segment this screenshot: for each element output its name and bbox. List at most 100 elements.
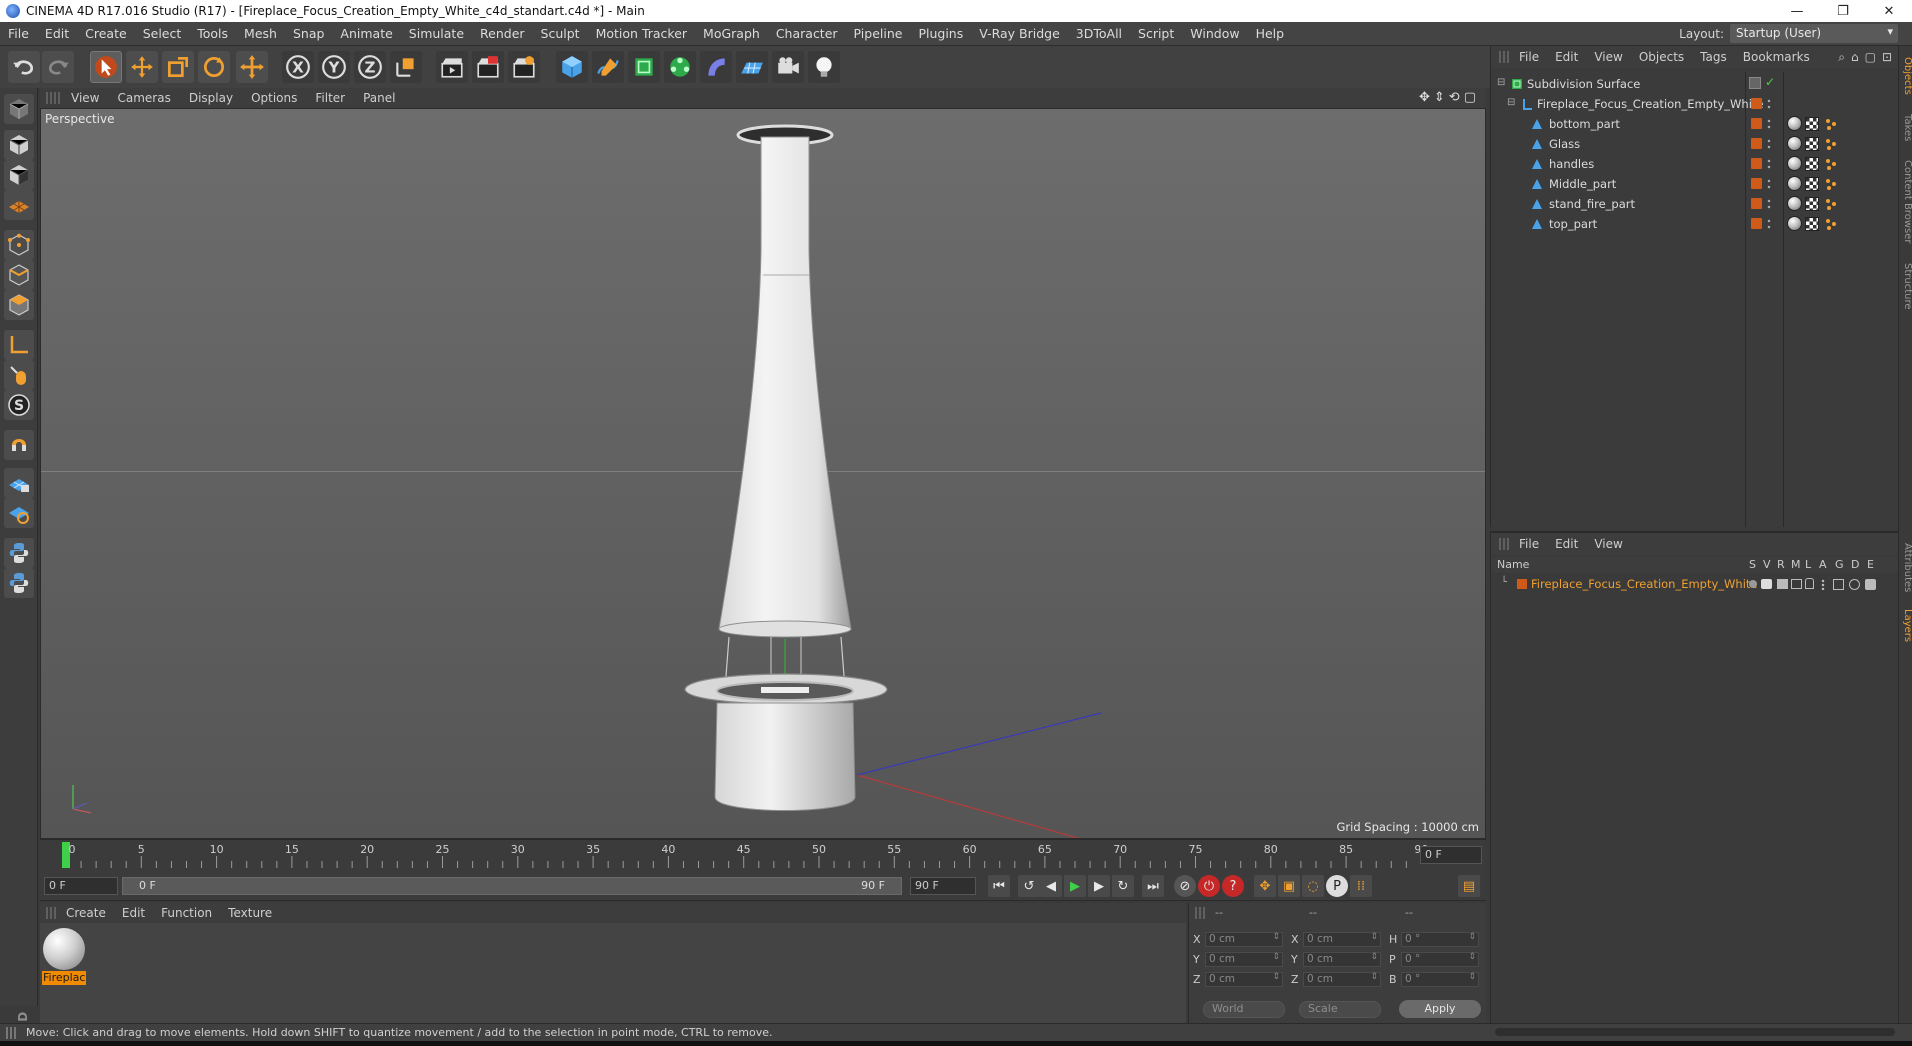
- menu-window[interactable]: Window: [1182, 26, 1247, 41]
- layer-color-swatch[interactable]: [1751, 98, 1762, 109]
- undo-button[interactable]: [8, 51, 40, 83]
- menu-file[interactable]: File: [0, 26, 37, 41]
- apply-button[interactable]: Apply: [1399, 1000, 1481, 1018]
- layers-menu-edit[interactable]: Edit: [1547, 537, 1586, 551]
- side-tab-attributes[interactable]: Attributes: [1899, 536, 1912, 600]
- viewport-maximize-icon[interactable]: ▢: [1464, 90, 1476, 105]
- uvw-tag-icon[interactable]: [1805, 177, 1819, 191]
- material-menu-function[interactable]: Function: [153, 906, 220, 920]
- viewport-menu-view[interactable]: View: [62, 91, 108, 105]
- objects-menu-edit[interactable]: Edit: [1547, 50, 1586, 64]
- key-pla-button[interactable]: ⁞⁞: [1350, 875, 1372, 897]
- z-axis-lock-button[interactable]: Z: [354, 51, 386, 83]
- collapse-toggle-icon[interactable]: ⊟: [1507, 97, 1515, 108]
- layer-expressions-icon[interactable]: [1865, 579, 1876, 590]
- restore-button[interactable]: ❐: [1820, 0, 1866, 22]
- layer-row[interactable]: └ Fireplace_Focus_Creation_Empty_White: [1491, 575, 1899, 593]
- menu-tools[interactable]: Tools: [189, 26, 236, 41]
- visibility-dots-icon[interactable]: [1767, 118, 1771, 130]
- menu-character[interactable]: Character: [768, 26, 846, 41]
- close-button[interactable]: ✕: [1866, 0, 1912, 22]
- viewport-rotate-icon[interactable]: ⟲: [1449, 90, 1460, 105]
- live-selection-button[interactable]: [236, 51, 268, 83]
- edges-mode-button[interactable]: [4, 260, 34, 290]
- solo-mode-button[interactable]: S: [4, 390, 34, 420]
- expand-icon[interactable]: ⊡: [1882, 50, 1892, 65]
- side-tab-content-browser[interactable]: Content Browser: [1899, 152, 1912, 252]
- menu-animate[interactable]: Animate: [332, 26, 400, 41]
- layer-manager-icon[interactable]: [1791, 579, 1802, 589]
- coordinate-mode-dropdown[interactable]: World: [1203, 1001, 1285, 1018]
- menu-3dtoall[interactable]: 3DToAll: [1068, 26, 1130, 41]
- object-row-fireplace-null[interactable]: ⊟ Fireplace_Focus_Creation_Empty_White: [1491, 94, 1899, 114]
- position-y-field[interactable]: 0 cm: [1205, 952, 1283, 967]
- visibility-dots-icon[interactable]: [1767, 158, 1771, 170]
- layer-render-icon[interactable]: [1777, 579, 1788, 589]
- render-picture-viewer-button[interactable]: [472, 51, 504, 83]
- selection-tag-icon[interactable]: [1824, 217, 1838, 231]
- python-script-button-2[interactable]: [4, 568, 34, 598]
- add-floor-button[interactable]: [736, 51, 768, 83]
- previous-frame-button[interactable]: ◀: [1040, 875, 1062, 897]
- workplane-rotate-button[interactable]: [4, 498, 34, 528]
- layer-color-swatch[interactable]: [1751, 178, 1762, 189]
- viewport-menu-options[interactable]: Options: [242, 91, 306, 105]
- size-y-field[interactable]: 0 cm: [1303, 952, 1381, 967]
- start-frame-field[interactable]: 0 F: [44, 877, 118, 895]
- add-light-button[interactable]: [808, 51, 840, 83]
- selection-tag-icon[interactable]: [1824, 157, 1838, 171]
- timeline-window-button[interactable]: ▤: [1458, 875, 1480, 897]
- layer-color-swatch[interactable]: [1751, 138, 1762, 149]
- menu-help[interactable]: Help: [1248, 26, 1293, 41]
- uvw-tag-icon[interactable]: [1805, 197, 1819, 211]
- viewport-menu-display[interactable]: Display: [180, 91, 242, 105]
- menu-create[interactable]: Create: [77, 26, 135, 41]
- autokeying-button[interactable]: ⏻: [1198, 875, 1220, 897]
- object-row-bottom-part[interactable]: bottom_part: [1491, 114, 1899, 134]
- material-tag-icon[interactable]: [1787, 156, 1802, 171]
- uvw-tag-icon[interactable]: [1805, 117, 1819, 131]
- texture-mode-button[interactable]: [4, 160, 34, 190]
- menu-select[interactable]: Select: [135, 26, 190, 41]
- menu-vray-bridge[interactable]: V-Ray Bridge: [971, 26, 1068, 41]
- python-script-button-1[interactable]: [4, 538, 34, 568]
- viewport-zoom-icon[interactable]: ⇕: [1434, 90, 1445, 105]
- material-tag-icon[interactable]: [1787, 216, 1802, 231]
- layer-view-eye-icon[interactable]: [1761, 579, 1772, 589]
- tweak-mode-button[interactable]: [4, 360, 34, 390]
- selection-tag-icon[interactable]: [1824, 137, 1838, 151]
- layer-generators-icon[interactable]: [1833, 579, 1844, 590]
- layout-dropdown[interactable]: Startup (User): [1730, 24, 1898, 43]
- key-parameter-button[interactable]: P: [1326, 875, 1348, 897]
- layer-solo-icon[interactable]: [1749, 580, 1757, 588]
- enable-axis-button[interactable]: [4, 330, 34, 360]
- coordinate-system-button[interactable]: [390, 51, 422, 83]
- selection-tag-icon[interactable]: [1824, 117, 1838, 131]
- visibility-dots-icon[interactable]: [1767, 178, 1771, 190]
- end-frame-field[interactable]: 90 F: [910, 877, 976, 895]
- key-scale-button[interactable]: ▣: [1278, 875, 1300, 897]
- menu-edit[interactable]: Edit: [37, 26, 77, 41]
- layer-color-swatch[interactable]: [1517, 579, 1527, 589]
- layer-animation-icon[interactable]: [1821, 579, 1825, 590]
- previous-key-button[interactable]: ↺: [1018, 875, 1040, 897]
- key-rotation-button[interactable]: ◌: [1302, 875, 1324, 897]
- next-key-button[interactable]: ↻: [1112, 875, 1134, 897]
- go-to-end-button[interactable]: ⏭: [1142, 875, 1164, 897]
- rotate-tool-button[interactable]: [198, 51, 230, 83]
- polygons-mode-button[interactable]: [4, 290, 34, 320]
- viewport-menu-cameras[interactable]: Cameras: [108, 91, 179, 105]
- size-x-field[interactable]: 0 cm: [1303, 932, 1381, 947]
- layer-color-swatch[interactable]: [1751, 158, 1762, 169]
- material-menu-texture[interactable]: Texture: [220, 906, 280, 920]
- home-icon[interactable]: ⌂: [1851, 50, 1859, 65]
- menu-mesh[interactable]: Mesh: [236, 26, 285, 41]
- objects-menu-tags[interactable]: Tags: [1692, 50, 1735, 64]
- size-z-field[interactable]: 0 cm: [1303, 972, 1381, 987]
- selection-tag-icon[interactable]: [1824, 177, 1838, 191]
- points-mode-button[interactable]: [4, 230, 34, 260]
- workplane-mode-button[interactable]: [4, 190, 34, 220]
- make-editable-button[interactable]: [4, 94, 34, 124]
- object-row-glass[interactable]: Glass: [1491, 134, 1899, 154]
- add-pen-spline-button[interactable]: [592, 51, 624, 83]
